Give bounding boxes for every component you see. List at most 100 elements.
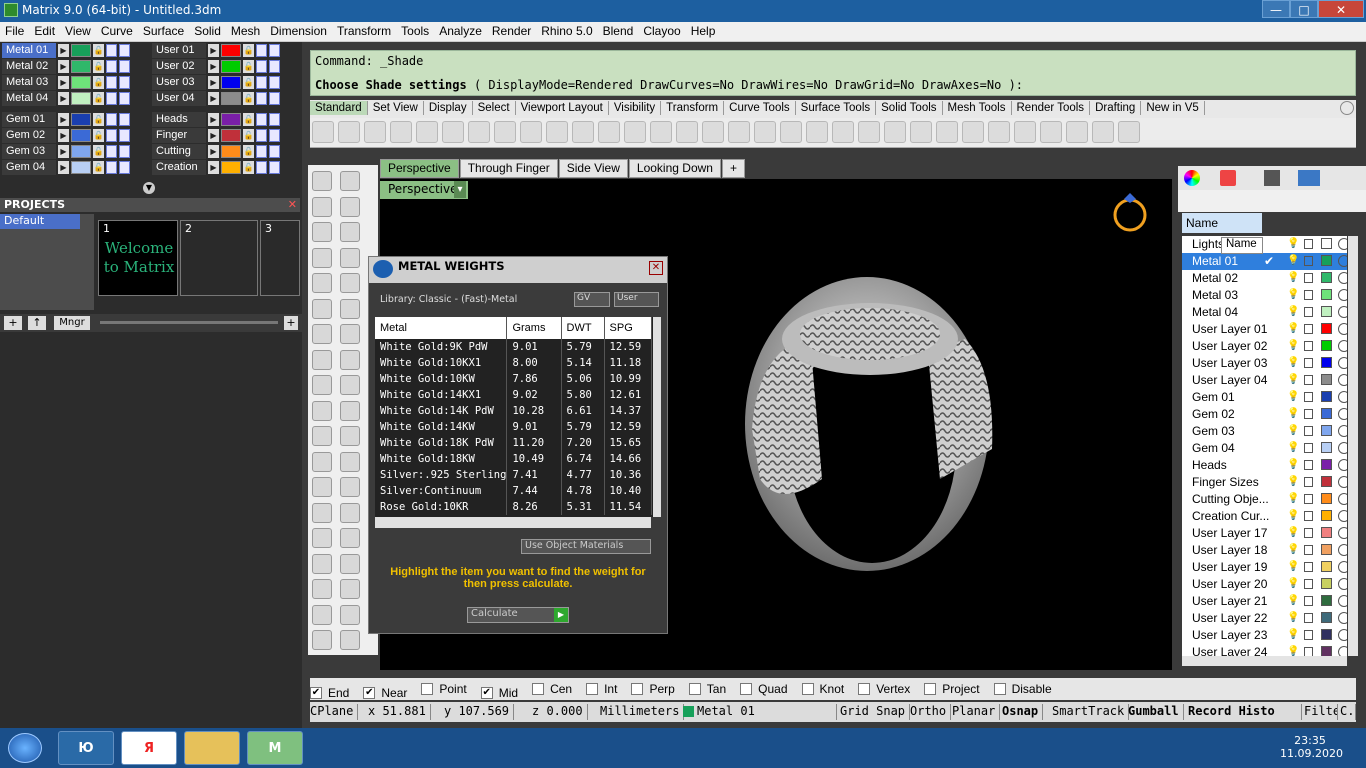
layer-row[interactable]: Gem 02 💡 [1182, 406, 1347, 423]
checkbox[interactable] [532, 683, 545, 695]
close-icon[interactable]: ✕ [649, 261, 663, 275]
lightbulb-icon[interactable]: 💡 [1287, 442, 1299, 454]
viewport-title[interactable]: Perspective ▾ [380, 181, 468, 199]
zoom-selected-icon[interactable] [650, 121, 672, 143]
layer-color-swatch[interactable] [71, 144, 91, 158]
project-thumb-1[interactable]: 1 Welcome to Matrix [98, 220, 178, 296]
layer-grid-name[interactable]: Gem 02 [2, 127, 56, 143]
layer-grid-name[interactable]: Gem 03 [2, 143, 56, 159]
lightbulb-icon[interactable]: 💡 [1287, 493, 1299, 505]
expand-arrow-icon[interactable]: ▶ [58, 59, 69, 73]
layer-color-swatch[interactable] [221, 75, 241, 89]
layer-row[interactable]: Gem 03 💡 [1182, 423, 1347, 440]
ortho-toggle[interactable]: Ortho [910, 704, 952, 720]
lightbulb-icon[interactable]: 💡 [1287, 238, 1299, 250]
up-arrow-icon[interactable]: ↑ [28, 316, 46, 330]
layer-row[interactable]: Metal 03 💡 [1182, 287, 1347, 304]
layer-grid-name[interactable]: Gem 01 [2, 111, 56, 127]
toolbar-tab-render-tools[interactable]: Render Tools [1012, 101, 1091, 115]
help-icon[interactable] [1298, 170, 1320, 186]
lightbulb-icon[interactable]: 💡 [1287, 323, 1299, 335]
layer-color-swatch[interactable] [1321, 612, 1332, 623]
layer-color-swatch[interactable] [221, 160, 241, 174]
name-column-header[interactable]: Name [1182, 213, 1262, 233]
lock-icon[interactable] [1304, 426, 1313, 436]
layer-color-swatch[interactable] [1321, 544, 1332, 555]
material-icon[interactable] [1338, 476, 1347, 488]
add-icon[interactable]: + [4, 316, 22, 330]
expand-arrow-icon[interactable]: ▶ [208, 144, 219, 158]
layer-row[interactable]: User Layer 02 💡 [1182, 338, 1347, 355]
osnap-vertex[interactable]: Vertex [858, 682, 910, 696]
project-item-default[interactable]: Default [0, 214, 80, 229]
material-icon[interactable] [1338, 629, 1347, 641]
layer-grid-name[interactable]: User 02 [152, 58, 206, 74]
layer-color-swatch[interactable] [71, 128, 91, 142]
viewport-menu-icon[interactable]: ▾ [454, 181, 466, 198]
checkbox[interactable] [631, 683, 644, 695]
layer-color-swatch[interactable] [221, 91, 241, 105]
lock-icon[interactable] [1304, 545, 1313, 555]
layer-color-swatch[interactable] [71, 75, 91, 89]
layer-color-swatch[interactable] [221, 112, 241, 126]
lock-icon[interactable] [1304, 239, 1313, 249]
select-toggle[interactable] [269, 75, 280, 89]
material-icon[interactable] [1338, 459, 1347, 471]
viewport-tab-[interactable]: + [721, 159, 745, 178]
lock-icon[interactable] [1304, 562, 1313, 572]
layer-color-swatch[interactable] [1321, 561, 1332, 572]
material-icon[interactable] [1338, 578, 1347, 590]
osnap-project[interactable]: Project [924, 682, 980, 696]
lock-icon[interactable]: 🔓 [243, 112, 254, 126]
toolbar-tab-select[interactable]: Select [473, 101, 516, 115]
layer-color-swatch[interactable] [221, 128, 241, 142]
toolbar-tab-viewport-layout[interactable]: Viewport Layout [516, 101, 609, 115]
smarttrack-toggle[interactable]: SmartTrack [1052, 704, 1130, 720]
user-toggle[interactable]: User [614, 292, 659, 307]
layer-scrollbar[interactable] [1348, 236, 1358, 656]
visibility-toggle[interactable] [106, 160, 117, 174]
select-toggle[interactable] [119, 75, 130, 89]
lightbulb-icon[interactable]: 💡 [1287, 374, 1299, 386]
lightbulb-icon[interactable]: 💡 [1287, 629, 1299, 641]
lock-icon[interactable] [1304, 341, 1313, 351]
expand-arrow-icon[interactable]: ▶ [58, 91, 69, 105]
layer-color-swatch[interactable] [1321, 272, 1332, 283]
tool-21-icon[interactable] [312, 426, 332, 446]
expand-arrow-icon[interactable]: ▶ [58, 75, 69, 89]
lock-icon[interactable] [884, 121, 906, 143]
menu-surface[interactable]: Surface [138, 22, 189, 38]
material-icon[interactable] [1338, 561, 1347, 573]
layer-color-swatch[interactable] [221, 43, 241, 57]
checkbox[interactable] [993, 683, 1006, 695]
lock-icon[interactable] [1304, 596, 1313, 606]
current-layer[interactable]: Metal 01 [697, 704, 837, 720]
table-row[interactable]: White Gold:10KX1 8.00 5.14 11.18 [375, 355, 653, 371]
new-icon[interactable] [312, 121, 334, 143]
tool-31-icon[interactable] [312, 553, 332, 574]
visibility-toggle[interactable] [256, 59, 267, 73]
select-toggle[interactable] [119, 91, 130, 105]
layer-row[interactable]: User Layer 19 💡 [1182, 559, 1347, 576]
lock-icon[interactable] [1304, 647, 1313, 656]
lock-icon[interactable]: 🔓 [243, 43, 254, 57]
toolbar-tab-display[interactable]: Display [424, 101, 473, 115]
layer-color-swatch[interactable] [1321, 527, 1332, 538]
lightbulb-icon[interactable]: 💡 [1287, 646, 1299, 656]
tool-4-icon[interactable] [340, 196, 360, 217]
material-icon[interactable] [1338, 238, 1347, 250]
layer-color-swatch[interactable] [1321, 323, 1332, 334]
layer-row[interactable]: Metal 02 💡 [1182, 270, 1347, 287]
layer-color-swatch[interactable] [1321, 357, 1332, 368]
menu-analyze[interactable]: Analyze [434, 22, 487, 38]
lock-icon[interactable]: 🔓 [93, 43, 104, 57]
osnap-tan[interactable]: Tan [688, 682, 726, 696]
clock[interactable]: 23:35 11.09.2020 [1280, 734, 1343, 760]
menu-transform[interactable]: Transform [332, 22, 396, 38]
osnap-int[interactable]: Int [586, 682, 617, 696]
lock-icon[interactable] [1304, 477, 1313, 487]
color-icon[interactable] [936, 121, 958, 143]
toolbar-tab-mesh-tools[interactable]: Mesh Tools [943, 101, 1012, 115]
layer-row[interactable]: User Layer 18 💡 [1182, 542, 1347, 559]
tool-17-icon[interactable] [312, 375, 332, 395]
